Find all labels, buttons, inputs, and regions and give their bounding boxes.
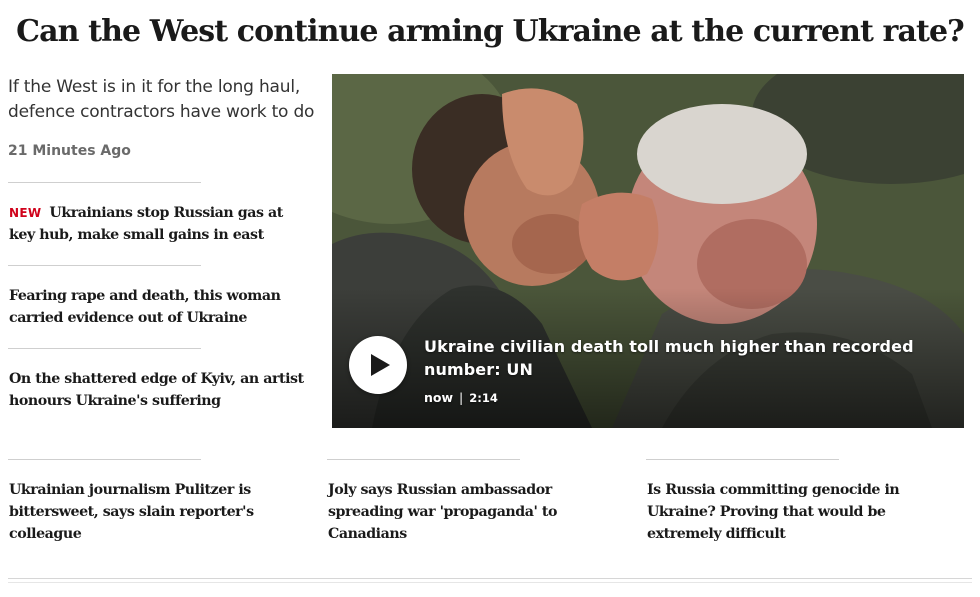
- divider: [8, 459, 201, 460]
- side-story-title[interactable]: Ukrainians stop Russian gas at key hub, …: [9, 205, 283, 243]
- video-duration: 2:14: [469, 391, 498, 405]
- play-icon: [371, 354, 390, 376]
- divider: [8, 348, 201, 349]
- video-posted-time: now: [424, 390, 454, 405]
- divider: [327, 459, 520, 460]
- divider: [8, 265, 201, 266]
- bottom-story-title[interactable]: Ukrainian journalism Pulitzer is bitters…: [9, 482, 254, 542]
- side-story-3[interactable]: On the shattered edge of Kyiv, an artist…: [9, 368, 309, 412]
- bottom-story-1[interactable]: Ukrainian journalism Pulitzer is bitters…: [9, 479, 299, 545]
- meta-separator: |: [459, 390, 464, 405]
- divider: [646, 459, 839, 460]
- main-headline[interactable]: Can the West continue arming Ukraine at …: [0, 14, 980, 49]
- video-meta: now | 2:14: [424, 390, 498, 405]
- article-deck: If the West is in it for the long haul, …: [8, 77, 315, 122]
- play-button[interactable]: [349, 336, 407, 394]
- side-story-2[interactable]: Fearing rape and death, this woman carri…: [9, 285, 309, 329]
- side-story-title[interactable]: On the shattered edge of Kyiv, an artist…: [9, 371, 304, 409]
- section-divider: [8, 582, 972, 583]
- side-story-title[interactable]: Fearing rape and death, this woman carri…: [9, 288, 281, 326]
- section-divider: [8, 578, 972, 579]
- side-story-1[interactable]: NEW Ukrainians stop Russian gas at key hu…: [9, 202, 309, 246]
- video-title[interactable]: Ukraine civilian death toll much higher …: [424, 335, 939, 381]
- bottom-story-title[interactable]: Is Russia committing genocide in Ukraine…: [647, 482, 900, 542]
- video-player[interactable]: Ukraine civilian death toll much higher …: [332, 74, 964, 428]
- timestamp: 21 Minutes Ago: [8, 143, 131, 159]
- bottom-story-3[interactable]: Is Russia committing genocide in Ukraine…: [647, 479, 947, 545]
- new-badge: NEW: [9, 206, 42, 220]
- divider: [8, 182, 201, 183]
- bottom-story-title[interactable]: Joly says Russian ambassador spreading w…: [328, 482, 557, 542]
- bottom-story-2[interactable]: Joly says Russian ambassador spreading w…: [328, 479, 628, 545]
